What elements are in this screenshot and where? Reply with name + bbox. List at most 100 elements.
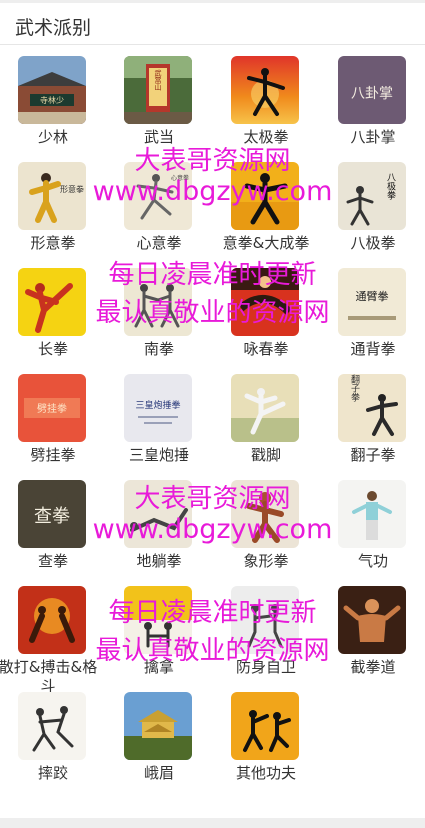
other-kungfu-icon: [231, 692, 299, 760]
xinyi-figure-icon: 心意拳: [124, 162, 192, 230]
grid-item-qinna[interactable]: 擒拿: [106, 584, 212, 690]
baji-text: 八极拳: [385, 173, 396, 200]
grid-item-label: 武当: [143, 128, 174, 146]
wudang-gate-icon: 武當山: [124, 56, 192, 124]
grid-item-label: 气功: [357, 552, 388, 570]
shaolin-plaque-text: 寺林少: [40, 95, 64, 105]
grid-item-label: 咏春拳: [243, 340, 289, 358]
grid-item-taiji[interactable]: 太极拳: [213, 54, 319, 160]
yiquan-figure-icon: [231, 162, 299, 230]
grid-item-label: 太极拳: [243, 128, 289, 146]
grid-item-ditangquan[interactable]: 地躺拳: [106, 478, 212, 584]
grid-row: 散打&搏击&格斗 擒拿 防身自卫 截拳道: [0, 584, 425, 695]
tongbei-text: 通臂拳: [356, 289, 389, 303]
grid-item-xinyi[interactable]: 心意拳 心意拳: [106, 160, 212, 266]
xingyi-figure-icon: 形意拳: [18, 162, 86, 230]
grid-item-label: 南拳: [143, 340, 174, 358]
grid-item-label: 劈挂拳: [30, 446, 76, 464]
grid-item-qigong[interactable]: 气功: [320, 478, 425, 584]
xiangxing-icon: [231, 480, 299, 548]
shaolin-temple-icon: 寺林少: [18, 56, 86, 124]
grid-item-label: 查拳: [37, 552, 68, 570]
grid-item-wudang[interactable]: 武當山 武当: [106, 54, 212, 160]
piguaquan-icon: 劈挂拳: [18, 374, 86, 442]
pigua-text: 劈挂拳: [37, 402, 67, 415]
grid-item-label: 八卦掌: [350, 128, 396, 146]
grid-item-label: 戳脚: [250, 446, 281, 464]
grid-row: 长拳 南拳 咏春拳 通臂拳 通背拳: [0, 266, 425, 372]
bottom-bar: [0, 818, 425, 828]
grid-item-chuojiao[interactable]: 戳脚: [213, 372, 319, 478]
qinna-icon: [124, 586, 192, 654]
grid-item-label: 通背拳: [350, 340, 396, 358]
self-defense-icon: [231, 586, 299, 654]
grid-item-fanziquan[interactable]: 翻子拳 翻子拳: [320, 372, 425, 478]
jeet-kune-do-icon: [338, 586, 406, 654]
grid-item-wrestling[interactable]: 摔跤: [0, 690, 106, 796]
fanziquan-icon: 翻子拳: [338, 374, 406, 442]
sanhuang-book-icon: 三皇炮捶拳: [124, 374, 192, 442]
chuojiao-kick-icon: [231, 374, 299, 442]
grid-item-label: 八极拳: [350, 234, 396, 252]
grid-row: 摔跤 峨眉 其他功夫: [0, 690, 425, 796]
grid-item-label: 长拳: [37, 340, 68, 358]
grid-item-bagua[interactable]: 八卦掌 八卦掌: [320, 54, 425, 160]
grid-item-self-defense[interactable]: 防身自卫: [213, 584, 319, 690]
wudang-sign-text: 武當山: [154, 69, 162, 92]
grid-row: 劈挂拳 劈挂拳 三皇炮捶拳 三皇炮捶 戳脚 翻子拳 翻子拳: [0, 372, 425, 478]
grid-item-sanda[interactable]: 散打&搏击&格斗: [0, 584, 106, 695]
grid-item-chaquan[interactable]: 查拳 查拳: [0, 478, 106, 584]
taiji-silhouette-icon: [231, 56, 299, 124]
grid-item-label: 形意拳: [30, 234, 76, 252]
grid-item-wingchun[interactable]: 咏春拳: [213, 266, 319, 372]
grid-item-label: 少林: [37, 128, 68, 146]
grid-item-label: 心意拳: [136, 234, 182, 252]
grid-item-label: 意拳&大成拳: [222, 234, 310, 252]
wrestling-icon: [18, 692, 86, 760]
grid-item-label: 翻子拳: [350, 446, 396, 464]
grid-item-label: 摔跤: [37, 764, 68, 782]
qigong-figure-icon: [338, 480, 406, 548]
grid-row: 寺林少 少林 武當山 武当 太极拳 八卦掌 八卦掌: [0, 54, 425, 160]
baji-calligraphy-icon: 八极拳: [338, 162, 406, 230]
grid-item-emei[interactable]: 峨眉: [106, 690, 212, 796]
page-title: 武术派别: [15, 17, 92, 39]
grid-row: 查拳 查拳 地躺拳 象形拳 气功: [0, 478, 425, 584]
fanzi-text: 翻子拳: [349, 374, 360, 401]
xingyi-text: 形意拳: [60, 184, 84, 194]
sanda-boxing-icon: [18, 586, 86, 654]
grid-item-changquan[interactable]: 长拳: [0, 266, 106, 372]
grid-item-sanhuang[interactable]: 三皇炮捶拳 三皇炮捶: [106, 372, 212, 478]
emei-temple-icon: [124, 692, 192, 760]
page-header: 武术派别: [0, 3, 425, 45]
chaquan-calligraphy-icon: 查拳: [18, 480, 86, 548]
grid-item-yiquan[interactable]: 意拳&大成拳: [213, 160, 319, 266]
sanhuang-text: 三皇炮捶拳: [135, 399, 180, 411]
grid-item-jeet-kune-do[interactable]: 截拳道: [320, 584, 425, 690]
style-grid: 寺林少 少林 武當山 武当 太极拳 八卦掌 八卦掌 形意拳 形意拳 心意拳 心意…: [0, 54, 425, 796]
bagua-text: 八卦掌: [351, 86, 393, 102]
grid-item-baji[interactable]: 八极拳 八极拳: [320, 160, 425, 266]
ditangquan-icon: [124, 480, 192, 548]
grid-item-label: 擒拿: [143, 658, 174, 676]
xinyi-text: 心意拳: [171, 174, 189, 182]
tongbei-calligraphy-icon: 通臂拳: [338, 268, 406, 336]
nanquan-fighters-icon: [124, 268, 192, 336]
grid-item-other[interactable]: 其他功夫: [213, 690, 319, 796]
grid-item-nanquan[interactable]: 南拳: [106, 266, 212, 372]
wingchun-icon: [231, 268, 299, 336]
grid-item-xingyi[interactable]: 形意拳 形意拳: [0, 160, 106, 266]
bagua-calligraphy-icon: 八卦掌: [338, 56, 406, 124]
grid-item-xiangxing[interactable]: 象形拳: [213, 478, 319, 584]
grid-item-piguaquan[interactable]: 劈挂拳 劈挂拳: [0, 372, 106, 478]
grid-item-label: 防身自卫: [235, 658, 296, 676]
grid-item-label: 三皇炮捶: [128, 446, 189, 464]
grid-item-label: 其他功夫: [235, 764, 296, 782]
grid-item-tongbei[interactable]: 通臂拳 通背拳: [320, 266, 425, 372]
changquan-kick-icon: [18, 268, 86, 336]
grid-item-label: 地躺拳: [136, 552, 182, 570]
grid-item-label: 峨眉: [143, 764, 174, 782]
chaquan-text: 查拳: [34, 506, 70, 527]
grid-item-shaolin[interactable]: 寺林少 少林: [0, 54, 106, 160]
grid-item-label: 截拳道: [350, 658, 396, 676]
